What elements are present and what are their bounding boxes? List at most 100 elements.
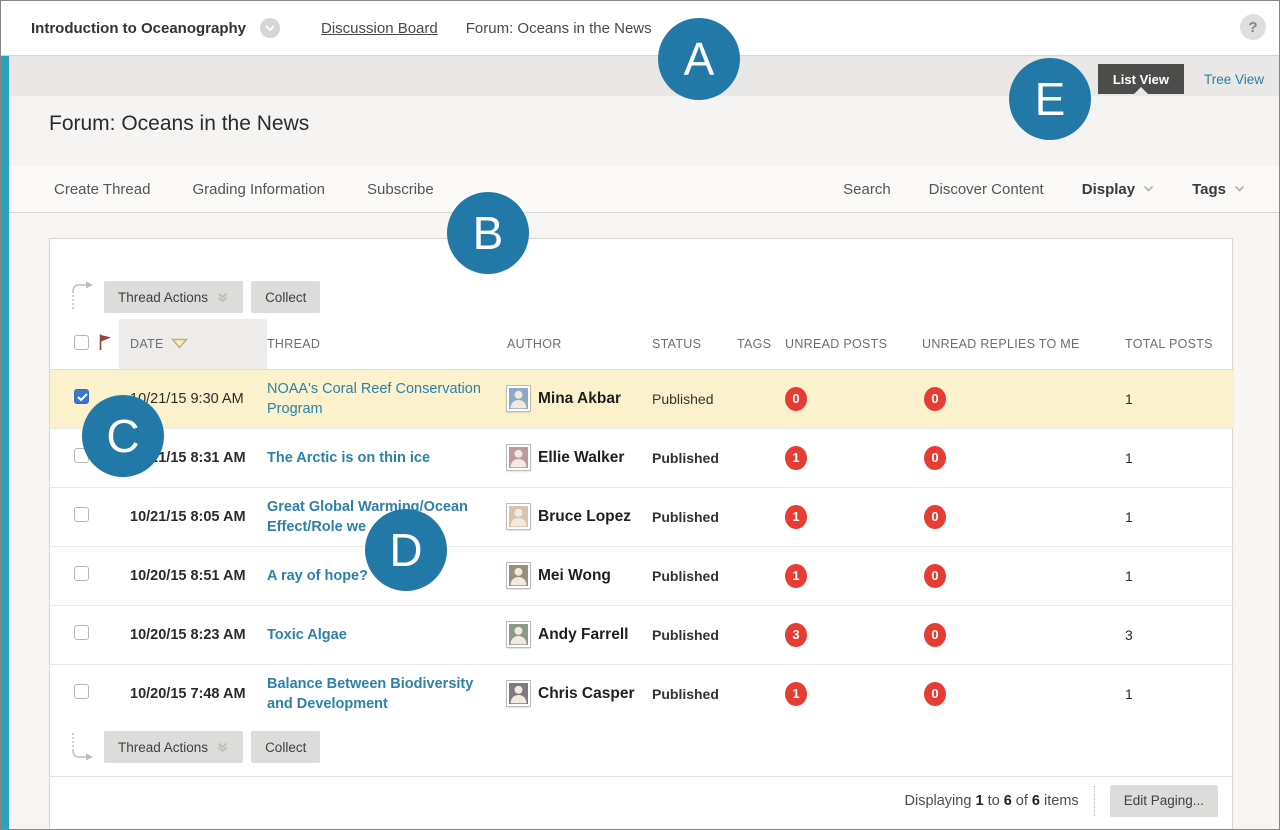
thread-table: DATE THREAD AUTHOR STATUS TAGS UNREAD PO…	[50, 319, 1234, 723]
breadcrumb-discussion-board[interactable]: Discussion Board	[321, 20, 438, 37]
column-header-unread-posts[interactable]: UNREAD POSTS	[785, 319, 922, 369]
total-posts: 3	[1122, 605, 1234, 664]
thread-status: Published	[652, 428, 737, 487]
paging-bar: Displaying 1 to 6 of 6 items Edit Paging…	[50, 776, 1232, 830]
avatar	[507, 386, 530, 411]
unread-posts-badge: 1	[785, 682, 807, 706]
annotation-badge-c: C	[82, 395, 164, 477]
table-row: 10/21/15 8:05 AM Great Global Warming/Oc…	[50, 487, 1234, 546]
unread-replies-badge: 0	[924, 505, 946, 529]
double-chevron-down-icon	[216, 741, 229, 754]
collect-button[interactable]: Collect	[251, 281, 320, 313]
author-name: Ellie Walker	[538, 449, 624, 467]
thread-status: Published	[652, 664, 737, 723]
display-dropdown[interactable]: Display	[1082, 181, 1154, 198]
course-menu-chevron-icon[interactable]	[260, 18, 280, 38]
help-icon[interactable]: ?	[1240, 14, 1266, 40]
avatar	[507, 445, 530, 470]
thread-list-toolbar-bottom: Thread Actions Collect	[50, 731, 1232, 763]
thread-link[interactable]: A ray of hope?	[267, 566, 368, 586]
course-title: Introduction to Oceanography	[31, 20, 246, 37]
row-checkbox[interactable]	[74, 507, 89, 522]
unread-posts-badge: 1	[785, 564, 807, 588]
author-name: Chris Casper	[538, 685, 634, 703]
thread-date: 10/20/15 8:51 AM	[119, 546, 267, 605]
thread-link[interactable]: Balance Between Biodiversity and Develop…	[267, 674, 473, 714]
column-header-total-posts[interactable]: TOTAL POSTS	[1122, 319, 1234, 369]
thread-date: 10/21/15 8:05 AM	[119, 487, 267, 546]
search-button[interactable]: Search	[843, 181, 891, 198]
flag-icon	[98, 333, 113, 351]
table-row: 10/20/15 7:48 AM Balance Between Biodive…	[50, 664, 1234, 723]
thread-link[interactable]: NOAA's Coral Reef Conservation Program	[267, 379, 481, 419]
chevron-down-icon	[1234, 185, 1245, 193]
course-navigation-bar: Introduction to Oceanography Discussion …	[1, 1, 1279, 56]
unread-replies-badge: 0	[924, 387, 946, 411]
row-checkbox[interactable]	[74, 684, 89, 699]
unread-replies-badge: 0	[924, 564, 946, 588]
tags-dropdown[interactable]: Tags	[1192, 181, 1245, 198]
unread-replies-badge: 0	[924, 446, 946, 470]
column-header-tags[interactable]: TAGS	[737, 319, 785, 369]
avatar	[507, 563, 530, 588]
content-area: Thread Actions Collect	[9, 213, 1279, 829]
divider	[1094, 786, 1095, 816]
avatar	[507, 622, 530, 647]
annotation-badge-e: E	[1009, 58, 1091, 140]
unread-posts-badge: 0	[785, 387, 807, 411]
sort-descending-icon	[171, 338, 188, 349]
total-posts: 1	[1122, 487, 1234, 546]
table-row: 10/20/15 8:23 AM Toxic Algae Andy Farrel…	[50, 605, 1234, 664]
avatar	[507, 504, 530, 529]
subscribe-button[interactable]: Subscribe	[367, 181, 434, 198]
table-header-row: DATE THREAD AUTHOR STATUS TAGS UNREAD PO…	[50, 319, 1234, 369]
annotation-badge-d: D	[365, 509, 447, 591]
unread-posts-badge: 1	[785, 446, 807, 470]
thread-status: Published	[652, 487, 737, 546]
screenshot-frame: Introduction to Oceanography Discussion …	[0, 0, 1280, 830]
unread-replies-badge: 0	[924, 623, 946, 647]
double-chevron-down-icon	[216, 291, 229, 304]
tree-view-link[interactable]: Tree View	[1204, 72, 1264, 87]
left-accent-bar	[1, 56, 9, 829]
paging-status: Displaying 1 to 6 of 6 items	[905, 793, 1079, 809]
column-header-thread[interactable]: THREAD	[267, 319, 507, 369]
edit-paging-button[interactable]: Edit Paging...	[1110, 785, 1218, 817]
thread-status: Published	[652, 605, 737, 664]
apply-to-selection-arrow-icon	[70, 731, 96, 763]
thread-link[interactable]: The Arctic is on thin ice	[267, 448, 430, 468]
thread-link[interactable]: Toxic Algae	[267, 625, 347, 645]
thread-status: Published	[652, 369, 737, 428]
action-bar: Create Thread Grading Information Subscr…	[9, 166, 1279, 213]
total-posts: 1	[1122, 369, 1234, 428]
author-name: Mina Akbar	[538, 390, 621, 408]
total-posts: 1	[1122, 546, 1234, 605]
total-posts: 1	[1122, 664, 1234, 723]
column-header-date[interactable]: DATE	[119, 319, 267, 369]
create-thread-button[interactable]: Create Thread	[54, 181, 150, 198]
column-header-status[interactable]: STATUS	[652, 319, 737, 369]
collect-button[interactable]: Collect	[251, 731, 320, 763]
column-header-author[interactable]: AUTHOR	[507, 319, 652, 369]
chevron-down-icon	[1143, 185, 1154, 193]
thread-status: Published	[652, 546, 737, 605]
annotation-badge-b: B	[447, 192, 529, 274]
thread-list-panel: Thread Actions Collect	[49, 238, 1233, 830]
discover-content-button[interactable]: Discover Content	[929, 181, 1044, 198]
thread-date: 10/20/15 7:48 AM	[119, 664, 267, 723]
total-posts: 1	[1122, 428, 1234, 487]
author-name: Bruce Lopez	[538, 508, 631, 526]
select-all-checkbox[interactable]	[74, 335, 89, 350]
row-checkbox[interactable]	[74, 389, 89, 404]
table-row: 10/21/15 9:30 AM NOAA's Coral Reef Conse…	[50, 369, 1234, 428]
thread-actions-button[interactable]: Thread Actions	[104, 281, 243, 313]
grading-information-button[interactable]: Grading Information	[192, 181, 325, 198]
table-row: 10/21/15 8:31 AM The Arctic is on thin i…	[50, 428, 1234, 487]
row-checkbox[interactable]	[74, 625, 89, 640]
column-header-unread-replies[interactable]: UNREAD REPLIES TO ME	[922, 319, 1122, 369]
unread-posts-badge: 1	[785, 505, 807, 529]
author-name: Andy Farrell	[538, 626, 628, 644]
row-checkbox[interactable]	[74, 566, 89, 581]
thread-actions-button[interactable]: Thread Actions	[104, 731, 243, 763]
list-view-button[interactable]: List View	[1098, 64, 1184, 94]
